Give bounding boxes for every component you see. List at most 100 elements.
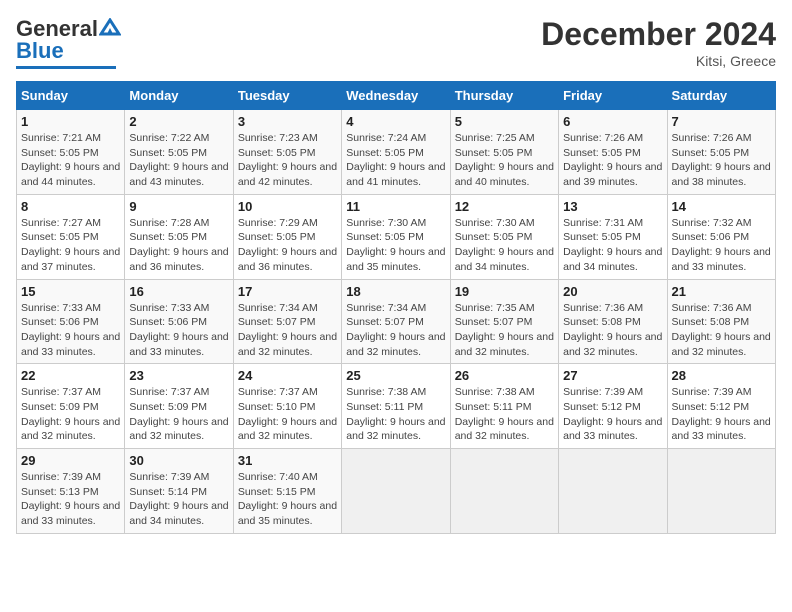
table-row: 24 Sunrise: 7:37 AM Sunset: 5:10 PM Dayl… [233,364,341,449]
day-info: Sunrise: 7:30 AM Sunset: 5:05 PM Dayligh… [455,216,554,275]
day-info: Sunrise: 7:39 AM Sunset: 5:14 PM Dayligh… [129,470,228,529]
day-number: 22 [21,368,120,383]
table-row: 1 Sunrise: 7:21 AM Sunset: 5:05 PM Dayli… [17,110,125,195]
day-info: Sunrise: 7:26 AM Sunset: 5:05 PM Dayligh… [563,131,662,190]
table-row: 26 Sunrise: 7:38 AM Sunset: 5:11 PM Dayl… [450,364,558,449]
table-row: 3 Sunrise: 7:23 AM Sunset: 5:05 PM Dayli… [233,110,341,195]
day-number: 2 [129,114,228,129]
logo-icon [99,18,121,36]
table-row: 19 Sunrise: 7:35 AM Sunset: 5:07 PM Dayl… [450,279,558,364]
header-sunday: Sunday [17,82,125,110]
day-number: 28 [672,368,771,383]
calendar-week-row: 1 Sunrise: 7:21 AM Sunset: 5:05 PM Dayli… [17,110,776,195]
day-number: 6 [563,114,662,129]
day-number: 16 [129,284,228,299]
day-info: Sunrise: 7:26 AM Sunset: 5:05 PM Dayligh… [672,131,771,190]
table-row: 2 Sunrise: 7:22 AM Sunset: 5:05 PM Dayli… [125,110,233,195]
table-row: 30 Sunrise: 7:39 AM Sunset: 5:14 PM Dayl… [125,449,233,534]
table-row: 25 Sunrise: 7:38 AM Sunset: 5:11 PM Dayl… [342,364,450,449]
calendar-table: Sunday Monday Tuesday Wednesday Thursday… [16,81,776,534]
header-wednesday: Wednesday [342,82,450,110]
day-number: 20 [563,284,662,299]
table-row: 31 Sunrise: 7:40 AM Sunset: 5:15 PM Dayl… [233,449,341,534]
day-info: Sunrise: 7:32 AM Sunset: 5:06 PM Dayligh… [672,216,771,275]
table-row: 23 Sunrise: 7:37 AM Sunset: 5:09 PM Dayl… [125,364,233,449]
location-subtitle: Kitsi, Greece [541,53,776,69]
calendar-week-row: 22 Sunrise: 7:37 AM Sunset: 5:09 PM Dayl… [17,364,776,449]
day-info: Sunrise: 7:31 AM Sunset: 5:05 PM Dayligh… [563,216,662,275]
table-row: 11 Sunrise: 7:30 AM Sunset: 5:05 PM Dayl… [342,194,450,279]
table-row: 18 Sunrise: 7:34 AM Sunset: 5:07 PM Dayl… [342,279,450,364]
day-number: 14 [672,199,771,214]
day-info: Sunrise: 7:33 AM Sunset: 5:06 PM Dayligh… [129,301,228,360]
table-row: 4 Sunrise: 7:24 AM Sunset: 5:05 PM Dayli… [342,110,450,195]
day-number: 18 [346,284,445,299]
table-row: 13 Sunrise: 7:31 AM Sunset: 5:05 PM Dayl… [559,194,667,279]
day-number: 13 [563,199,662,214]
day-info: Sunrise: 7:21 AM Sunset: 5:05 PM Dayligh… [21,131,120,190]
day-number: 21 [672,284,771,299]
day-number: 17 [238,284,337,299]
month-year-title: December 2024 [541,16,776,53]
day-info: Sunrise: 7:33 AM Sunset: 5:06 PM Dayligh… [21,301,120,360]
day-number: 12 [455,199,554,214]
calendar-header-row: Sunday Monday Tuesday Wednesday Thursday… [17,82,776,110]
day-number: 19 [455,284,554,299]
day-info: Sunrise: 7:24 AM Sunset: 5:05 PM Dayligh… [346,131,445,190]
table-row: 8 Sunrise: 7:27 AM Sunset: 5:05 PM Dayli… [17,194,125,279]
day-number: 23 [129,368,228,383]
day-info: Sunrise: 7:39 AM Sunset: 5:12 PM Dayligh… [672,385,771,444]
logo-underline [16,66,116,69]
day-info: Sunrise: 7:30 AM Sunset: 5:05 PM Dayligh… [346,216,445,275]
table-row: 28 Sunrise: 7:39 AM Sunset: 5:12 PM Dayl… [667,364,775,449]
day-number: 10 [238,199,337,214]
day-info: Sunrise: 7:29 AM Sunset: 5:05 PM Dayligh… [238,216,337,275]
table-row: 17 Sunrise: 7:34 AM Sunset: 5:07 PM Dayl… [233,279,341,364]
table-row [559,449,667,534]
table-row: 27 Sunrise: 7:39 AM Sunset: 5:12 PM Dayl… [559,364,667,449]
calendar-week-row: 8 Sunrise: 7:27 AM Sunset: 5:05 PM Dayli… [17,194,776,279]
table-row [667,449,775,534]
day-info: Sunrise: 7:39 AM Sunset: 5:13 PM Dayligh… [21,470,120,529]
title-block: December 2024 Kitsi, Greece [541,16,776,69]
day-number: 5 [455,114,554,129]
logo: General Blue [16,16,121,69]
table-row: 9 Sunrise: 7:28 AM Sunset: 5:05 PM Dayli… [125,194,233,279]
day-info: Sunrise: 7:40 AM Sunset: 5:15 PM Dayligh… [238,470,337,529]
table-row: 15 Sunrise: 7:33 AM Sunset: 5:06 PM Dayl… [17,279,125,364]
table-row: 21 Sunrise: 7:36 AM Sunset: 5:08 PM Dayl… [667,279,775,364]
table-row: 22 Sunrise: 7:37 AM Sunset: 5:09 PM Dayl… [17,364,125,449]
day-info: Sunrise: 7:35 AM Sunset: 5:07 PM Dayligh… [455,301,554,360]
day-number: 15 [21,284,120,299]
day-number: 4 [346,114,445,129]
day-number: 27 [563,368,662,383]
table-row: 5 Sunrise: 7:25 AM Sunset: 5:05 PM Dayli… [450,110,558,195]
day-info: Sunrise: 7:34 AM Sunset: 5:07 PM Dayligh… [238,301,337,360]
header-friday: Friday [559,82,667,110]
day-number: 24 [238,368,337,383]
day-info: Sunrise: 7:37 AM Sunset: 5:10 PM Dayligh… [238,385,337,444]
day-number: 9 [129,199,228,214]
day-number: 11 [346,199,445,214]
day-info: Sunrise: 7:37 AM Sunset: 5:09 PM Dayligh… [21,385,120,444]
page-header: General Blue December 2024 Kitsi, Greece [16,16,776,69]
day-info: Sunrise: 7:25 AM Sunset: 5:05 PM Dayligh… [455,131,554,190]
day-number: 31 [238,453,337,468]
day-number: 25 [346,368,445,383]
day-info: Sunrise: 7:34 AM Sunset: 5:07 PM Dayligh… [346,301,445,360]
header-saturday: Saturday [667,82,775,110]
table-row: 10 Sunrise: 7:29 AM Sunset: 5:05 PM Dayl… [233,194,341,279]
day-info: Sunrise: 7:39 AM Sunset: 5:12 PM Dayligh… [563,385,662,444]
day-number: 26 [455,368,554,383]
day-info: Sunrise: 7:28 AM Sunset: 5:05 PM Dayligh… [129,216,228,275]
table-row [342,449,450,534]
header-monday: Monday [125,82,233,110]
day-info: Sunrise: 7:36 AM Sunset: 5:08 PM Dayligh… [563,301,662,360]
table-row: 7 Sunrise: 7:26 AM Sunset: 5:05 PM Dayli… [667,110,775,195]
header-thursday: Thursday [450,82,558,110]
day-info: Sunrise: 7:37 AM Sunset: 5:09 PM Dayligh… [129,385,228,444]
logo-blue: Blue [16,38,64,64]
calendar-week-row: 29 Sunrise: 7:39 AM Sunset: 5:13 PM Dayl… [17,449,776,534]
table-row: 29 Sunrise: 7:39 AM Sunset: 5:13 PM Dayl… [17,449,125,534]
table-row: 6 Sunrise: 7:26 AM Sunset: 5:05 PM Dayli… [559,110,667,195]
